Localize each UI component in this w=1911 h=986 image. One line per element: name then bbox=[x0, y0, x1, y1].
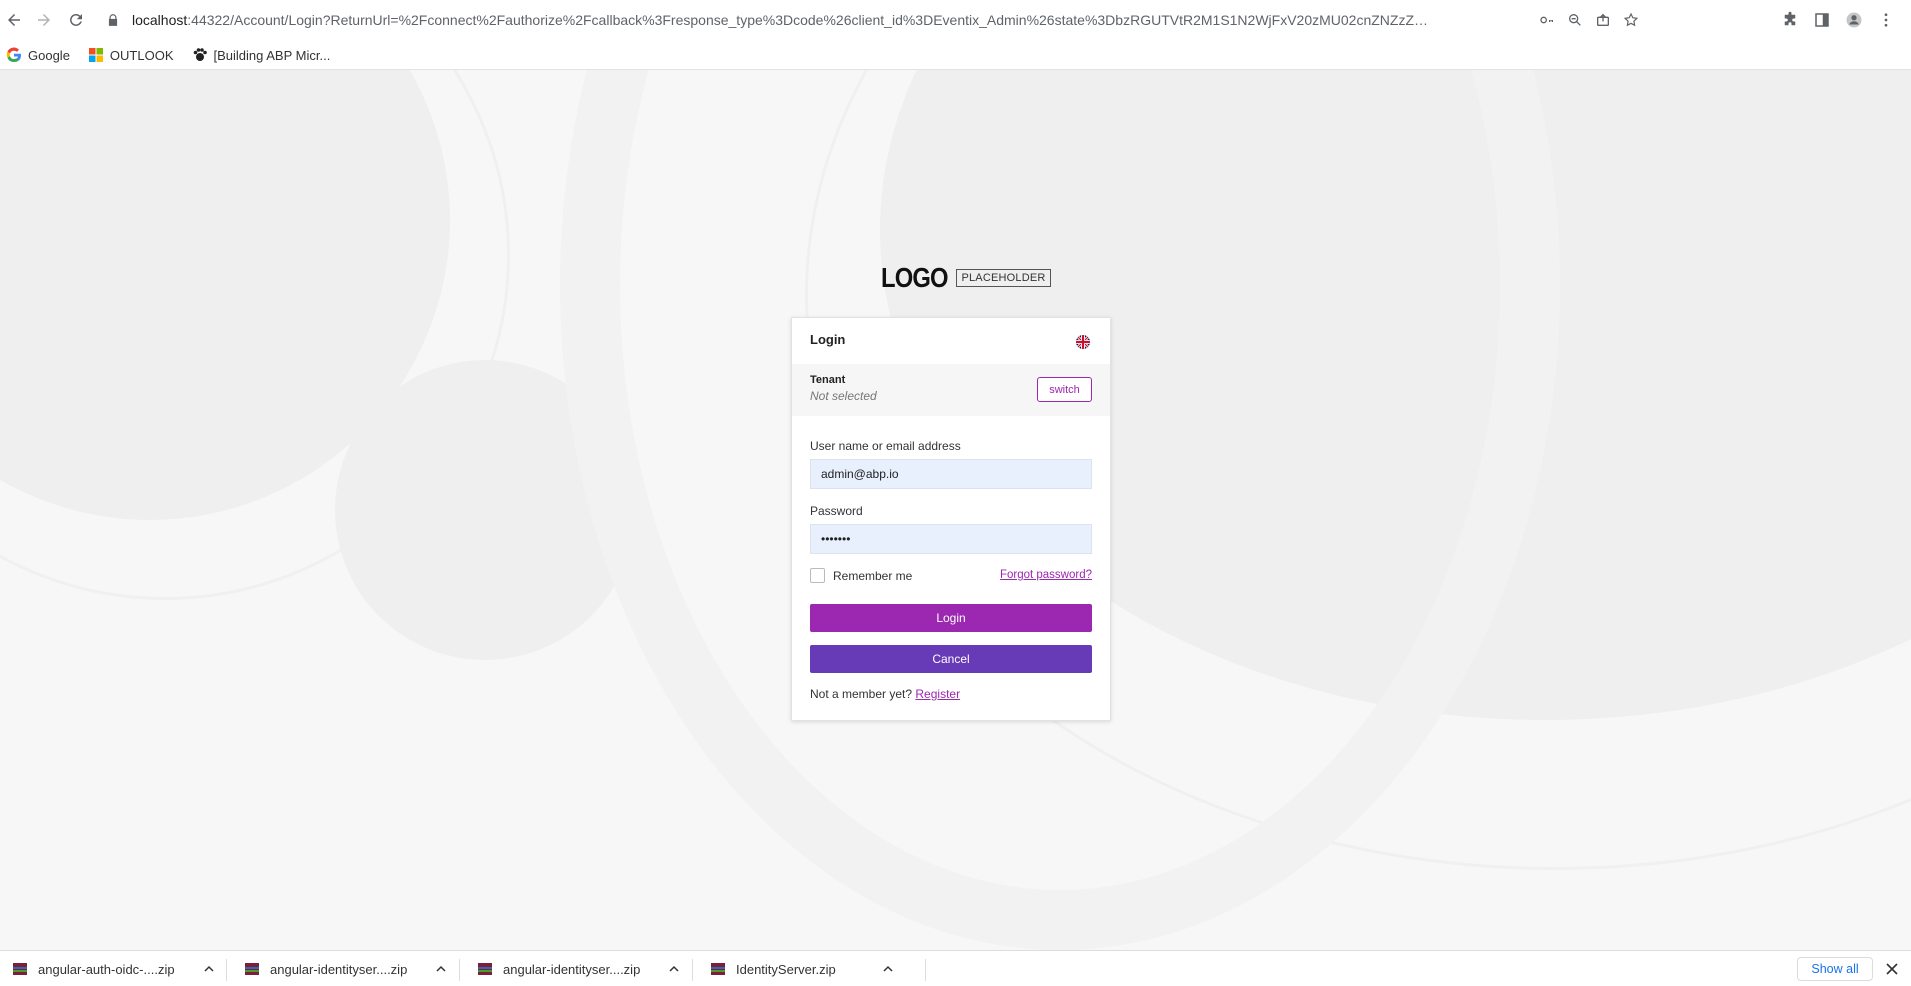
download-filename: angular-identityser....zip bbox=[270, 961, 408, 977]
puzzle-icon[interactable] bbox=[1778, 8, 1802, 32]
address-bar[interactable]: localhost:44322/Account/Login?ReturnUrl=… bbox=[98, 6, 1646, 34]
cancel-button[interactable]: Cancel bbox=[810, 645, 1092, 673]
zoom-icon[interactable] bbox=[1564, 10, 1586, 30]
paw-icon bbox=[192, 47, 208, 63]
chevron-up-icon[interactable] bbox=[435, 963, 447, 975]
download-separator bbox=[925, 959, 926, 981]
download-bar: angular-auth-oidc-....zip angular-identi… bbox=[0, 950, 1911, 986]
side-panel-icon[interactable] bbox=[1810, 8, 1834, 32]
forgot-password-link[interactable]: Forgot password? bbox=[1000, 569, 1092, 581]
browser-toolbar: localhost:44322/Account/Login?ReturnUrl=… bbox=[0, 0, 1911, 40]
download-filename: IdentityServer.zip bbox=[736, 961, 836, 977]
chevron-up-icon[interactable] bbox=[668, 963, 680, 975]
forward-icon[interactable] bbox=[32, 8, 56, 32]
bookmark-outlook[interactable]: OUTLOOK bbox=[88, 47, 174, 63]
close-icon[interactable] bbox=[1884, 961, 1900, 977]
bookmarks-bar: Google OUTLOOK [Building ABP Micr... bbox=[0, 40, 1911, 70]
chevron-up-icon[interactable] bbox=[203, 963, 215, 975]
password-input[interactable]: ••••••• bbox=[810, 524, 1092, 554]
remember-me[interactable]: Remember me bbox=[810, 568, 912, 583]
tenant-label: Tenant bbox=[810, 374, 846, 386]
bookmark-google[interactable]: Google bbox=[6, 47, 70, 63]
download-filename: angular-auth-oidc-....zip bbox=[38, 961, 175, 977]
download-separator bbox=[459, 959, 460, 981]
key-icon[interactable] bbox=[1536, 10, 1558, 30]
logo-word: LOGO bbox=[881, 262, 949, 293]
chevron-up-icon[interactable] bbox=[882, 963, 894, 975]
zip-file-icon bbox=[244, 961, 260, 977]
lock-icon[interactable] bbox=[106, 13, 120, 27]
microsoft-icon bbox=[88, 47, 104, 63]
bookmark-abp[interactable]: [Building ABP Micr... bbox=[192, 47, 330, 63]
zip-file-icon bbox=[477, 961, 493, 977]
brand-logo: LOGO PLACEHOLDER bbox=[881, 262, 1051, 294]
share-icon[interactable] bbox=[1592, 10, 1614, 30]
logo-tag: PLACEHOLDER bbox=[956, 269, 1051, 287]
back-icon[interactable] bbox=[2, 8, 26, 32]
download-item[interactable]: IdentityServer.zip bbox=[698, 951, 894, 986]
tenant-box: Tenant Not selected switch bbox=[792, 364, 1110, 416]
download-filename: angular-identityser....zip bbox=[503, 961, 641, 977]
login-card: Login Tenant Not selected switch User na… bbox=[791, 317, 1111, 721]
more-menu-icon[interactable] bbox=[1874, 8, 1898, 32]
download-item[interactable]: angular-identityser....zip bbox=[232, 951, 447, 986]
download-item[interactable]: angular-identityser....zip bbox=[465, 951, 680, 986]
zip-file-icon bbox=[710, 961, 726, 977]
username-label: User name or email address bbox=[810, 439, 961, 453]
profile-icon[interactable] bbox=[1842, 8, 1866, 32]
login-button[interactable]: Login bbox=[810, 604, 1092, 632]
password-label: Password bbox=[810, 504, 863, 518]
download-separator bbox=[692, 959, 693, 981]
bookmark-star-icon[interactable] bbox=[1620, 10, 1642, 30]
register-link[interactable]: Register bbox=[915, 687, 960, 701]
switch-tenant-button[interactable]: switch bbox=[1037, 377, 1092, 402]
show-all-downloads-button[interactable]: Show all bbox=[1797, 957, 1873, 981]
remember-label: Remember me bbox=[833, 568, 913, 583]
url-text[interactable]: localhost:44322/Account/Login?ReturnUrl=… bbox=[132, 12, 1432, 28]
reload-icon[interactable] bbox=[64, 8, 88, 32]
zip-file-icon bbox=[12, 961, 28, 977]
extension-area bbox=[1778, 8, 1898, 32]
not-member-text: Not a member yet? bbox=[810, 687, 913, 701]
uk-flag-icon[interactable] bbox=[1076, 335, 1090, 349]
remember-checkbox[interactable] bbox=[810, 568, 825, 583]
download-separator bbox=[226, 959, 227, 981]
omnibox-actions bbox=[1536, 10, 1642, 30]
register-row: Not a member yet? Register bbox=[810, 687, 960, 701]
download-item[interactable]: angular-auth-oidc-....zip bbox=[0, 951, 215, 986]
google-icon bbox=[6, 47, 22, 63]
tenant-value: Not selected bbox=[810, 389, 877, 403]
login-title: Login bbox=[810, 332, 846, 347]
browser-chrome: localhost:44322/Account/Login?ReturnUrl=… bbox=[0, 0, 1911, 70]
username-input[interactable]: admin@abp.io bbox=[810, 459, 1092, 489]
